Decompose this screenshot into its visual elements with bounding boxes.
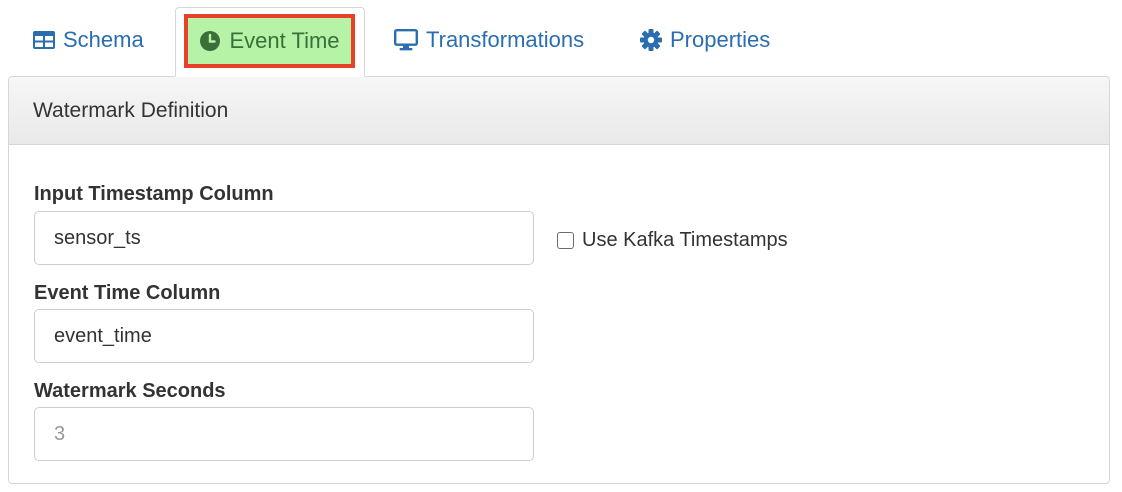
table-icon <box>33 31 55 49</box>
tab-schema-label: Schema <box>63 27 144 52</box>
use-kafka-timestamps-label: Use Kafka Timestamps <box>582 229 788 251</box>
use-kafka-timestamps-option[interactable]: Use Kafka Timestamps <box>557 229 788 252</box>
tab-properties[interactable]: Properties <box>640 8 770 72</box>
tab-highlight: Event Time <box>184 14 355 68</box>
input-timestamp-field[interactable] <box>34 211 534 265</box>
watermark-seconds-label: Watermark Seconds <box>34 380 226 402</box>
tab-event-time-label: Event Time <box>229 28 340 53</box>
input-timestamp-label: Input Timestamp Column <box>34 183 274 205</box>
gear-icon <box>640 29 662 51</box>
tab-transformations-label: Transformations <box>426 27 585 52</box>
tab-properties-label: Properties <box>670 27 771 52</box>
monitor-icon <box>394 29 418 51</box>
tab-transformations[interactable]: Transformations <box>394 8 584 72</box>
clock-icon <box>199 30 221 52</box>
use-kafka-timestamps-checkbox[interactable] <box>557 232 574 249</box>
watermark-seconds-field[interactable] <box>34 407 534 461</box>
panel-heading: Watermark Definition <box>9 77 1109 145</box>
event-time-label: Event Time Column <box>34 282 221 304</box>
tab-schema[interactable]: Schema <box>33 8 144 72</box>
tab-bar: Schema Event Time Transformations Proper… <box>0 0 1122 77</box>
watermark-panel: Watermark Definition Input Timestamp Col… <box>8 76 1110 484</box>
tab-event-time[interactable]: Event Time <box>175 7 365 77</box>
event-time-field[interactable] <box>34 309 534 363</box>
